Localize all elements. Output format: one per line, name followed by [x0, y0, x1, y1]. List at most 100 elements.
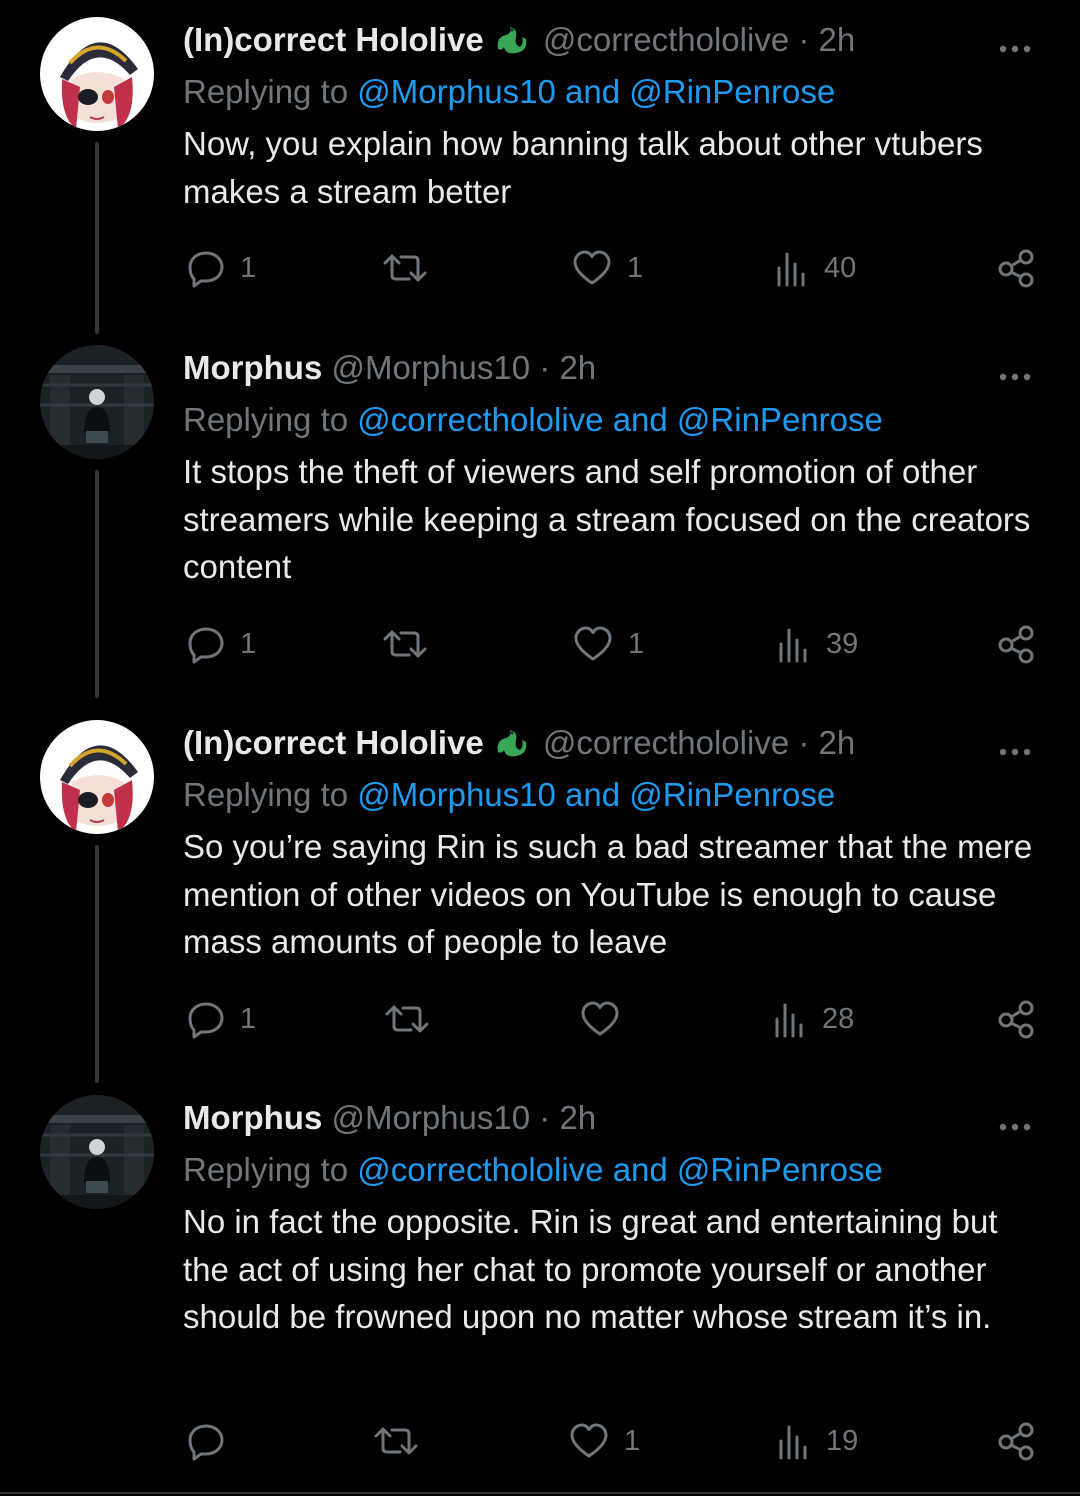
timestamp[interactable]: 2h — [819, 21, 856, 58]
separator-dot: · — [539, 349, 551, 386]
more-icon[interactable] — [993, 1104, 1037, 1132]
conversation-thread: (In)correct Hololive @correcthololive · … — [0, 0, 1080, 1496]
tweet-text: Now, you explain how banning talk about … — [183, 125, 983, 210]
dragon-emoji-icon — [490, 19, 530, 59]
thread-connector — [95, 142, 99, 334]
views-button[interactable]: 40 — [774, 243, 856, 293]
more-icon[interactable] — [993, 729, 1037, 757]
like-button[interactable]: 1 — [568, 1416, 640, 1466]
tweet-text: It stops the theft of viewers and self p… — [183, 453, 1031, 585]
replying-to: Replying to @Morphus10 and @RinPenrose — [183, 769, 1033, 821]
reply-icon — [186, 999, 226, 1039]
share-icon — [996, 1421, 1038, 1461]
share-button[interactable] — [996, 619, 1038, 669]
reply-button[interactable]: 1 — [186, 994, 256, 1044]
like-icon — [568, 1421, 610, 1461]
like-icon — [571, 248, 613, 288]
reply-button[interactable]: 1 — [186, 619, 256, 669]
display-name[interactable]: (In)correct Hololive — [183, 21, 484, 58]
reply-count: 1 — [240, 627, 257, 660]
mention-links[interactable]: @correcthololive and @RinPenrose — [357, 401, 883, 438]
tweet-header: Morphus @Morphus10 · 2h — [183, 1092, 1033, 1144]
share-button[interactable] — [996, 243, 1038, 293]
separator-dot: · — [539, 1099, 551, 1136]
tweet-actions: 1 28 — [0, 994, 1080, 1044]
like-button[interactable]: 1 — [571, 243, 643, 293]
reply-count: 1 — [240, 251, 257, 284]
timestamp[interactable]: 2h — [559, 349, 596, 386]
separator-dot: · — [798, 21, 810, 58]
tweet-header: (In)correct Hololive @correcthololive · … — [183, 717, 1033, 769]
retweet-button[interactable] — [383, 619, 441, 669]
views-button[interactable]: 39 — [776, 619, 858, 669]
tweet-header: Morphus @Morphus10 · 2h — [183, 342, 1033, 394]
views-icon — [776, 1421, 812, 1461]
avatar[interactable] — [40, 1095, 154, 1209]
like-icon — [579, 999, 621, 1039]
like-button[interactable]: 1 — [572, 619, 644, 669]
views-icon — [774, 248, 810, 288]
views-button[interactable]: 19 — [776, 1416, 858, 1466]
tweet[interactable]: (In)correct Hololive @correcthololive · … — [0, 0, 1080, 340]
replying-prefix: Replying to — [183, 73, 358, 110]
tweet-text: So you’re saying Rin is such a bad strea… — [183, 828, 1033, 960]
share-button[interactable] — [996, 1416, 1038, 1466]
avatar[interactable] — [40, 720, 154, 834]
avatar[interactable] — [40, 17, 154, 131]
more-icon[interactable] — [993, 354, 1037, 382]
mention-links[interactable]: @Morphus10 and @RinPenrose — [357, 776, 835, 813]
reply-icon — [186, 1421, 226, 1461]
display-name[interactable]: Morphus — [183, 349, 322, 386]
replying-prefix: Replying to — [183, 401, 358, 438]
timestamp[interactable]: 2h — [819, 724, 856, 761]
replying-to: Replying to @correcthololive and @RinPen… — [183, 1144, 1033, 1196]
reply-button[interactable] — [186, 1416, 240, 1466]
tweet[interactable]: (In)correct Hololive @correcthololive · … — [0, 703, 1080, 1083]
like-count: 1 — [624, 1424, 641, 1457]
display-name[interactable]: (In)correct Hololive — [183, 724, 484, 761]
like-count: 1 — [628, 627, 645, 660]
view-count: 40 — [824, 251, 857, 284]
user-handle[interactable]: @correcthololive — [543, 21, 789, 58]
replying-prefix: Replying to — [183, 1151, 358, 1188]
reply-count: 1 — [240, 1002, 257, 1035]
replying-to: Replying to @Morphus10 and @RinPenrose — [183, 66, 1033, 118]
replying-prefix: Replying to — [183, 776, 358, 813]
views-icon — [772, 999, 808, 1039]
share-icon — [996, 999, 1038, 1039]
tweet-actions: 1 1 39 — [0, 619, 1080, 669]
retweet-icon — [385, 999, 429, 1039]
mention-links[interactable]: @correcthololive and @RinPenrose — [357, 1151, 883, 1188]
reply-icon — [186, 248, 226, 288]
timestamp[interactable]: 2h — [559, 1099, 596, 1136]
reply-button[interactable]: 1 — [186, 243, 256, 293]
tweet[interactable]: Morphus @Morphus10 · 2h Replying to @cor… — [0, 1078, 1080, 1492]
view-count: 39 — [826, 627, 859, 660]
like-button[interactable] — [579, 994, 635, 1044]
more-icon[interactable] — [993, 26, 1037, 54]
retweet-button[interactable] — [374, 1416, 432, 1466]
tweet[interactable]: Morphus @Morphus10 · 2h Replying to @cor… — [0, 328, 1080, 704]
view-count: 19 — [826, 1424, 859, 1457]
retweet-icon — [374, 1421, 418, 1461]
retweet-icon — [383, 624, 427, 664]
mention-links[interactable]: @Morphus10 and @RinPenrose — [357, 73, 835, 110]
views-button[interactable]: 28 — [772, 994, 854, 1044]
user-handle[interactable]: @Morphus10 — [332, 1099, 531, 1136]
avatar[interactable] — [40, 345, 154, 459]
retweet-button[interactable] — [385, 994, 443, 1044]
reply-icon — [186, 624, 226, 664]
share-button[interactable] — [996, 994, 1038, 1044]
retweet-button[interactable] — [383, 243, 441, 293]
share-icon — [996, 248, 1038, 288]
tweet-header: (In)correct Hololive @correcthololive · … — [183, 14, 1033, 66]
dragon-emoji-icon — [490, 722, 530, 762]
user-handle[interactable]: @correcthololive — [543, 724, 789, 761]
tweet-actions: 1 19 — [0, 1416, 1080, 1466]
separator-dot: · — [798, 724, 810, 761]
thread-connector — [95, 845, 99, 1083]
user-handle[interactable]: @Morphus10 — [332, 349, 531, 386]
display-name[interactable]: Morphus — [183, 1099, 322, 1136]
tweet-actions: 1 1 40 — [0, 243, 1080, 293]
share-icon — [996, 624, 1038, 664]
